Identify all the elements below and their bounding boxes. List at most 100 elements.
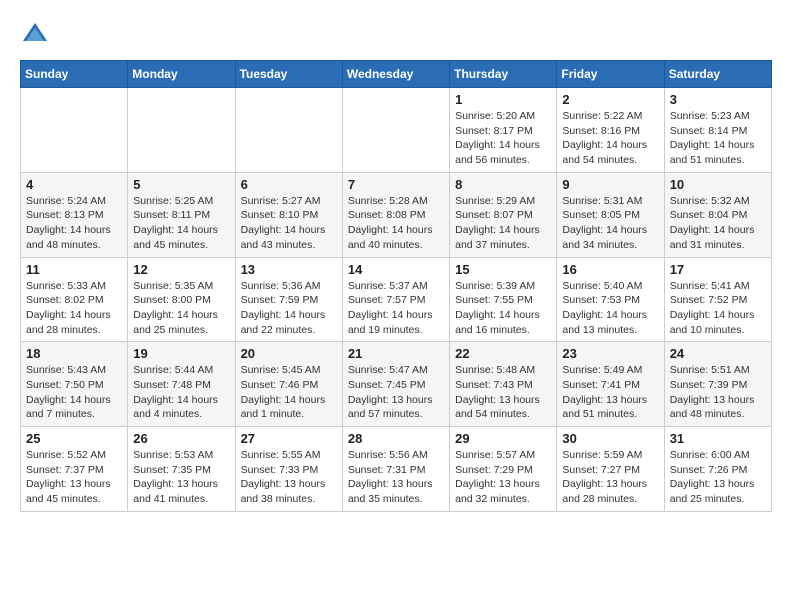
day-cell bbox=[128, 88, 235, 173]
day-number: 22 bbox=[455, 346, 551, 361]
day-cell: 27 Sunrise: 5:55 AM Sunset: 7:33 PM Dayli… bbox=[235, 427, 342, 512]
day-cell: 24 Sunrise: 5:51 AM Sunset: 7:39 PM Dayli… bbox=[664, 342, 771, 427]
day-number: 9 bbox=[562, 177, 658, 192]
day-number: 7 bbox=[348, 177, 444, 192]
day-cell: 30 Sunrise: 5:59 AM Sunset: 7:27 PM Dayli… bbox=[557, 427, 664, 512]
day-number: 12 bbox=[133, 262, 229, 277]
day-number: 19 bbox=[133, 346, 229, 361]
day-info: Sunrise: 5:40 AM Sunset: 7:53 PM Dayligh… bbox=[562, 279, 658, 338]
day-number: 3 bbox=[670, 92, 766, 107]
day-info: Sunrise: 5:57 AM Sunset: 7:29 PM Dayligh… bbox=[455, 448, 551, 507]
day-cell: 18Sunrise: 5:43 AM Sunset: 7:50 PM Dayli… bbox=[21, 342, 128, 427]
day-cell: 16 Sunrise: 5:40 AM Sunset: 7:53 PM Dayli… bbox=[557, 257, 664, 342]
day-info: Sunrise: 5:55 AM Sunset: 7:33 PM Dayligh… bbox=[241, 448, 337, 507]
day-number: 29 bbox=[455, 431, 551, 446]
day-cell: 2 Sunrise: 5:22 AM Sunset: 8:16 PM Daylig… bbox=[557, 88, 664, 173]
day-number: 8 bbox=[455, 177, 551, 192]
weekday-header-friday: Friday bbox=[557, 61, 664, 88]
day-info: Sunrise: 5:29 AM Sunset: 8:07 PM Dayligh… bbox=[455, 194, 551, 253]
day-cell: 15 Sunrise: 5:39 AM Sunset: 7:55 PM Dayli… bbox=[450, 257, 557, 342]
day-cell: 9Sunrise: 5:31 AM Sunset: 8:05 PM Daylig… bbox=[557, 172, 664, 257]
day-info: Sunrise: 5:23 AM Sunset: 8:14 PM Dayligh… bbox=[670, 109, 766, 168]
day-number: 4 bbox=[26, 177, 122, 192]
day-info: Sunrise: 5:47 AM Sunset: 7:45 PM Dayligh… bbox=[348, 363, 444, 422]
day-cell: 25 Sunrise: 5:52 AM Sunset: 7:37 PM Dayli… bbox=[21, 427, 128, 512]
day-info: Sunrise: 5:28 AM Sunset: 8:08 PM Dayligh… bbox=[348, 194, 444, 253]
day-info: Sunrise: 5:43 AM Sunset: 7:50 PM Dayligh… bbox=[26, 363, 122, 422]
day-info: Sunrise: 5:51 AM Sunset: 7:39 PM Dayligh… bbox=[670, 363, 766, 422]
day-number: 30 bbox=[562, 431, 658, 446]
day-number: 27 bbox=[241, 431, 337, 446]
calendar-table: SundayMondayTuesdayWednesdayThursdayFrid… bbox=[20, 60, 772, 512]
day-info: Sunrise: 5:52 AM Sunset: 7:37 PM Dayligh… bbox=[26, 448, 122, 507]
day-info: Sunrise: 5:53 AM Sunset: 7:35 PM Dayligh… bbox=[133, 448, 229, 507]
day-cell: 20 Sunrise: 5:45 AM Sunset: 7:46 PM Dayli… bbox=[235, 342, 342, 427]
day-info: Sunrise: 5:45 AM Sunset: 7:46 PM Dayligh… bbox=[241, 363, 337, 422]
day-cell: 17Sunrise: 5:41 AM Sunset: 7:52 PM Dayli… bbox=[664, 257, 771, 342]
day-info: Sunrise: 5:24 AM Sunset: 8:13 PM Dayligh… bbox=[26, 194, 122, 253]
week-row-4: 18Sunrise: 5:43 AM Sunset: 7:50 PM Dayli… bbox=[21, 342, 772, 427]
day-cell: 31 Sunrise: 6:00 AM Sunset: 7:26 PM Dayli… bbox=[664, 427, 771, 512]
day-cell: 23Sunrise: 5:49 AM Sunset: 7:41 PM Dayli… bbox=[557, 342, 664, 427]
day-cell: 6 Sunrise: 5:27 AM Sunset: 8:10 PM Daylig… bbox=[235, 172, 342, 257]
day-cell: 19 Sunrise: 5:44 AM Sunset: 7:48 PM Dayli… bbox=[128, 342, 235, 427]
weekday-header-row: SundayMondayTuesdayWednesdayThursdayFrid… bbox=[21, 61, 772, 88]
day-info: Sunrise: 5:25 AM Sunset: 8:11 PM Dayligh… bbox=[133, 194, 229, 253]
day-number: 2 bbox=[562, 92, 658, 107]
week-row-5: 25 Sunrise: 5:52 AM Sunset: 7:37 PM Dayli… bbox=[21, 427, 772, 512]
day-info: Sunrise: 5:56 AM Sunset: 7:31 PM Dayligh… bbox=[348, 448, 444, 507]
day-cell: 8 Sunrise: 5:29 AM Sunset: 8:07 PM Daylig… bbox=[450, 172, 557, 257]
weekday-header-saturday: Saturday bbox=[664, 61, 771, 88]
week-row-3: 11 Sunrise: 5:33 AM Sunset: 8:02 PM Dayli… bbox=[21, 257, 772, 342]
day-number: 25 bbox=[26, 431, 122, 446]
day-number: 5 bbox=[133, 177, 229, 192]
day-number: 21 bbox=[348, 346, 444, 361]
day-info: Sunrise: 5:39 AM Sunset: 7:55 PM Dayligh… bbox=[455, 279, 551, 338]
day-number: 16 bbox=[562, 262, 658, 277]
day-info: Sunrise: 5:44 AM Sunset: 7:48 PM Dayligh… bbox=[133, 363, 229, 422]
day-info: Sunrise: 5:36 AM Sunset: 7:59 PM Dayligh… bbox=[241, 279, 337, 338]
weekday-header-thursday: Thursday bbox=[450, 61, 557, 88]
day-cell: 29 Sunrise: 5:57 AM Sunset: 7:29 PM Dayli… bbox=[450, 427, 557, 512]
day-number: 1 bbox=[455, 92, 551, 107]
day-number: 23 bbox=[562, 346, 658, 361]
day-info: Sunrise: 5:32 AM Sunset: 8:04 PM Dayligh… bbox=[670, 194, 766, 253]
day-cell: 3 Sunrise: 5:23 AM Sunset: 8:14 PM Daylig… bbox=[664, 88, 771, 173]
calendar-page: SundayMondayTuesdayWednesdayThursdayFrid… bbox=[0, 0, 792, 522]
day-number: 6 bbox=[241, 177, 337, 192]
day-cell bbox=[342, 88, 449, 173]
day-number: 10 bbox=[670, 177, 766, 192]
day-info: Sunrise: 5:41 AM Sunset: 7:52 PM Dayligh… bbox=[670, 279, 766, 338]
day-number: 15 bbox=[455, 262, 551, 277]
day-cell bbox=[235, 88, 342, 173]
day-number: 26 bbox=[133, 431, 229, 446]
day-cell: 13Sunrise: 5:36 AM Sunset: 7:59 PM Dayli… bbox=[235, 257, 342, 342]
day-info: Sunrise: 6:00 AM Sunset: 7:26 PM Dayligh… bbox=[670, 448, 766, 507]
day-cell: 5 Sunrise: 5:25 AM Sunset: 8:11 PM Daylig… bbox=[128, 172, 235, 257]
day-cell: 22 Sunrise: 5:48 AM Sunset: 7:43 PM Dayli… bbox=[450, 342, 557, 427]
day-cell: 21 Sunrise: 5:47 AM Sunset: 7:45 PM Dayli… bbox=[342, 342, 449, 427]
day-info: Sunrise: 5:59 AM Sunset: 7:27 PM Dayligh… bbox=[562, 448, 658, 507]
day-number: 11 bbox=[26, 262, 122, 277]
day-info: Sunrise: 5:48 AM Sunset: 7:43 PM Dayligh… bbox=[455, 363, 551, 422]
day-number: 24 bbox=[670, 346, 766, 361]
week-row-1: 1 Sunrise: 5:20 AM Sunset: 8:17 PM Daylig… bbox=[21, 88, 772, 173]
day-number: 20 bbox=[241, 346, 337, 361]
day-info: Sunrise: 5:33 AM Sunset: 8:02 PM Dayligh… bbox=[26, 279, 122, 338]
logo-icon bbox=[20, 20, 50, 50]
day-info: Sunrise: 5:20 AM Sunset: 8:17 PM Dayligh… bbox=[455, 109, 551, 168]
day-cell: 1 Sunrise: 5:20 AM Sunset: 8:17 PM Daylig… bbox=[450, 88, 557, 173]
day-cell: 10 Sunrise: 5:32 AM Sunset: 8:04 PM Dayli… bbox=[664, 172, 771, 257]
day-info: Sunrise: 5:27 AM Sunset: 8:10 PM Dayligh… bbox=[241, 194, 337, 253]
day-info: Sunrise: 5:37 AM Sunset: 7:57 PM Dayligh… bbox=[348, 279, 444, 338]
day-cell: 11 Sunrise: 5:33 AM Sunset: 8:02 PM Dayli… bbox=[21, 257, 128, 342]
day-info: Sunrise: 5:22 AM Sunset: 8:16 PM Dayligh… bbox=[562, 109, 658, 168]
day-number: 31 bbox=[670, 431, 766, 446]
day-number: 14 bbox=[348, 262, 444, 277]
weekday-header-sunday: Sunday bbox=[21, 61, 128, 88]
day-cell bbox=[21, 88, 128, 173]
day-cell: 4 Sunrise: 5:24 AM Sunset: 8:13 PM Daylig… bbox=[21, 172, 128, 257]
day-cell: 28Sunrise: 5:56 AM Sunset: 7:31 PM Dayli… bbox=[342, 427, 449, 512]
weekday-header-tuesday: Tuesday bbox=[235, 61, 342, 88]
week-row-2: 4 Sunrise: 5:24 AM Sunset: 8:13 PM Daylig… bbox=[21, 172, 772, 257]
